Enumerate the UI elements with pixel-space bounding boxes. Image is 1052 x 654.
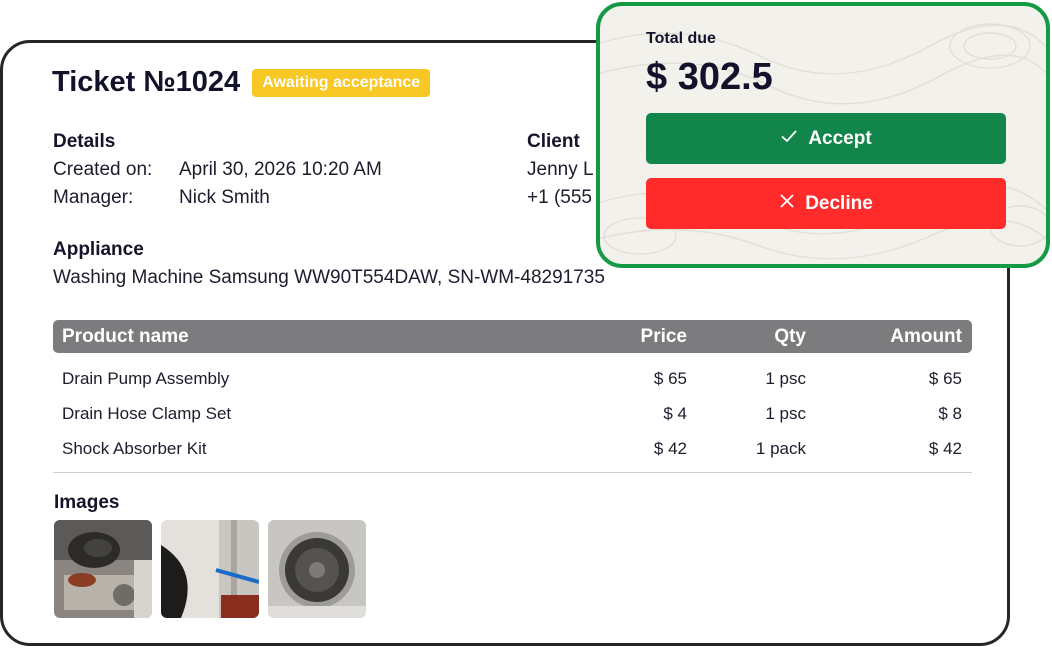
created-value: April 30, 2026 10:20 AM — [179, 159, 382, 180]
table-row: Drain Pump Assembly $ 65 1 psc $ 65 — [53, 361, 972, 396]
status-badge: Awaiting acceptance — [252, 68, 431, 97]
client-heading: Client — [527, 131, 580, 152]
column-header-product: Product name — [62, 326, 189, 347]
cell-price: $ 65 — [653, 369, 687, 388]
decline-button[interactable]: Decline — [646, 178, 1006, 229]
appliance-value: Washing Machine Samsung WW90T554DAW, SN-… — [53, 267, 605, 288]
ticket-header: Ticket №1024 Awaiting acceptance — [52, 66, 431, 99]
table-row: Drain Hose Clamp Set $ 4 1 psc $ 8 — [53, 396, 972, 431]
manager-value: Nick Smith — [179, 187, 270, 208]
client-phone: +1 (555 — [527, 187, 592, 208]
cell-price: $ 4 — [663, 404, 687, 423]
decline-button-label: Decline — [805, 192, 873, 214]
table-divider — [53, 472, 972, 473]
cell-product: Drain Hose Clamp Set — [62, 404, 232, 423]
cell-amount: $ 65 — [928, 369, 962, 388]
cell-qty: 1 psc — [765, 369, 806, 388]
total-due-amount: $ 302.5 — [646, 56, 773, 98]
column-header-qty: Qty — [774, 326, 806, 347]
cell-product: Drain Pump Assembly — [62, 369, 230, 388]
created-label: Created on: — [53, 159, 153, 180]
accept-button-label: Accept — [808, 127, 872, 149]
ticket-title: Ticket №1024 — [52, 66, 241, 98]
payment-panel: Total due $ 302.5 Accept Decline — [596, 2, 1050, 268]
manager-label: Manager: — [53, 187, 134, 208]
image-thumbnail-drain-pump[interactable] — [54, 520, 152, 618]
appliance-heading: Appliance — [53, 239, 144, 260]
accept-button[interactable]: Accept — [646, 113, 1006, 164]
check-icon — [780, 127, 798, 151]
cell-product: Shock Absorber Kit — [62, 439, 207, 458]
close-icon — [779, 193, 795, 215]
total-due-label: Total due — [646, 30, 716, 47]
image-thumbnail-washer-drum[interactable] — [268, 520, 366, 618]
cell-qty: 1 pack — [755, 439, 806, 458]
images-heading: Images — [54, 492, 120, 513]
cell-amount: $ 8 — [938, 404, 962, 423]
cell-amount: $ 42 — [928, 439, 962, 458]
cell-qty: 1 psc — [765, 404, 806, 423]
column-header-price: Price — [640, 326, 687, 347]
table-row: Shock Absorber Kit $ 42 1 pack $ 42 — [53, 431, 972, 466]
client-name: Jenny L — [527, 159, 594, 180]
details-heading: Details — [53, 131, 116, 152]
table-header: Product name Price Qty Amount — [53, 320, 972, 353]
image-thumbnail-hose-clamp[interactable] — [161, 520, 259, 618]
cell-price: $ 42 — [653, 439, 687, 458]
column-header-amount: Amount — [890, 326, 962, 347]
